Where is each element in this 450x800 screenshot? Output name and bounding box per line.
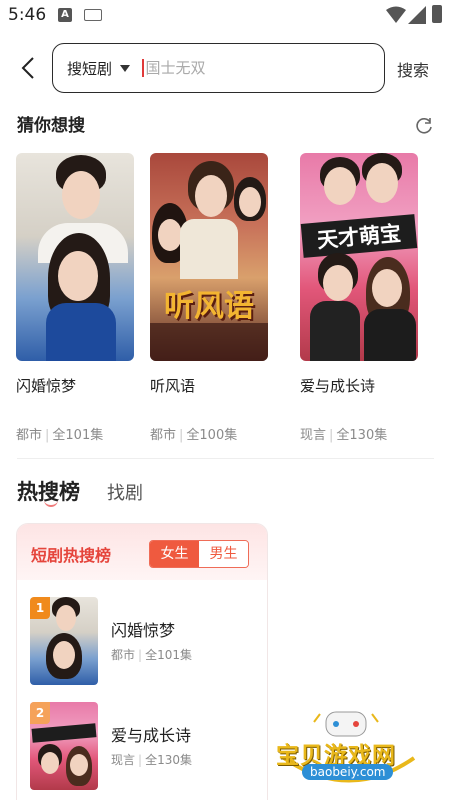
hot-item-thumbnail: 2 xyxy=(30,702,98,790)
search-input[interactable] xyxy=(145,59,346,77)
hot-panel-header: 短剧热搜榜 女生 男生 xyxy=(17,524,267,580)
hot-item-thumbnail: 1 xyxy=(30,597,98,685)
hot-list-item[interactable]: 1 闪婚惊梦 都市 | 全101集 xyxy=(30,597,260,687)
drama-card[interactable]: 听风语 听风语 都市 | 全100集 xyxy=(150,153,268,443)
rank-badge: 1 xyxy=(30,597,50,619)
poster-title-text: 听风语 xyxy=(164,289,254,324)
back-button[interactable] xyxy=(14,52,42,84)
tab-find-drama[interactable]: 找剧 xyxy=(107,479,143,505)
wifi-icon xyxy=(386,6,406,23)
gender-option-female[interactable]: 女生 xyxy=(150,541,199,567)
hot-search-panel: 短剧热搜榜 女生 男生 1 闪婚惊梦 都市 | 全101集 2 爱与成长诗 现言… xyxy=(16,523,268,800)
drama-meta: 都市 | 全100集 xyxy=(150,428,238,443)
keyboard-icon xyxy=(84,9,102,21)
drama-meta: 现言 | 全130集 xyxy=(300,428,388,443)
gender-toggle: 女生 男生 xyxy=(149,540,249,568)
search-bar: 搜短剧 xyxy=(52,43,385,93)
drama-poster[interactable]: 听风语 xyxy=(150,153,268,361)
search-category-select[interactable]: 搜短剧 xyxy=(67,58,112,79)
status-bar: 5:46 A xyxy=(0,0,450,32)
battery-icon xyxy=(432,5,442,23)
text-cursor xyxy=(142,59,144,77)
signal-icon xyxy=(408,6,426,24)
watermark-url: baobeiy.com xyxy=(302,764,394,780)
refresh-icon[interactable] xyxy=(414,116,434,136)
drama-poster[interactable] xyxy=(16,153,134,361)
drama-card[interactable]: 闪婚惊梦 都市 | 全101集 xyxy=(16,153,134,443)
search-button[interactable]: 搜索 xyxy=(397,57,429,81)
section-title-guess: 猜你想搜 xyxy=(17,116,85,136)
watermark-logo: 宝贝游戏网 baobeiy.com xyxy=(274,708,424,790)
rank-badge: 2 xyxy=(30,702,50,724)
drama-card[interactable]: 天才萌宝 爱与成长诗 现言 | 全130集 xyxy=(300,153,418,443)
caret-down-icon[interactable] xyxy=(120,64,131,72)
hot-item-meta: 都市 | 全101集 xyxy=(111,648,192,662)
status-time: 5:46 xyxy=(8,5,47,25)
hot-list-item[interactable]: 2 爱与成长诗 现言 | 全130集 xyxy=(30,702,260,792)
drama-poster[interactable]: 天才萌宝 xyxy=(300,153,418,361)
accessibility-indicator-icon: A xyxy=(58,8,72,22)
hot-item-meta: 现言 | 全130集 xyxy=(111,753,192,767)
gender-option-male[interactable]: 男生 xyxy=(199,541,248,567)
hot-panel-title: 短剧热搜榜 xyxy=(31,546,112,565)
drama-meta: 都市 | 全101集 xyxy=(16,428,104,443)
hot-item-title: 爱与成长诗 xyxy=(111,726,192,745)
drama-title: 听风语 xyxy=(150,377,196,395)
hot-item-title: 闪婚惊梦 xyxy=(111,621,176,640)
drama-title: 闪婚惊梦 xyxy=(16,377,77,395)
chevron-left-icon xyxy=(21,57,34,79)
section-divider xyxy=(17,458,434,459)
drama-title: 爱与成长诗 xyxy=(300,377,376,395)
poster-title-text: 天才萌宝 xyxy=(300,214,418,258)
